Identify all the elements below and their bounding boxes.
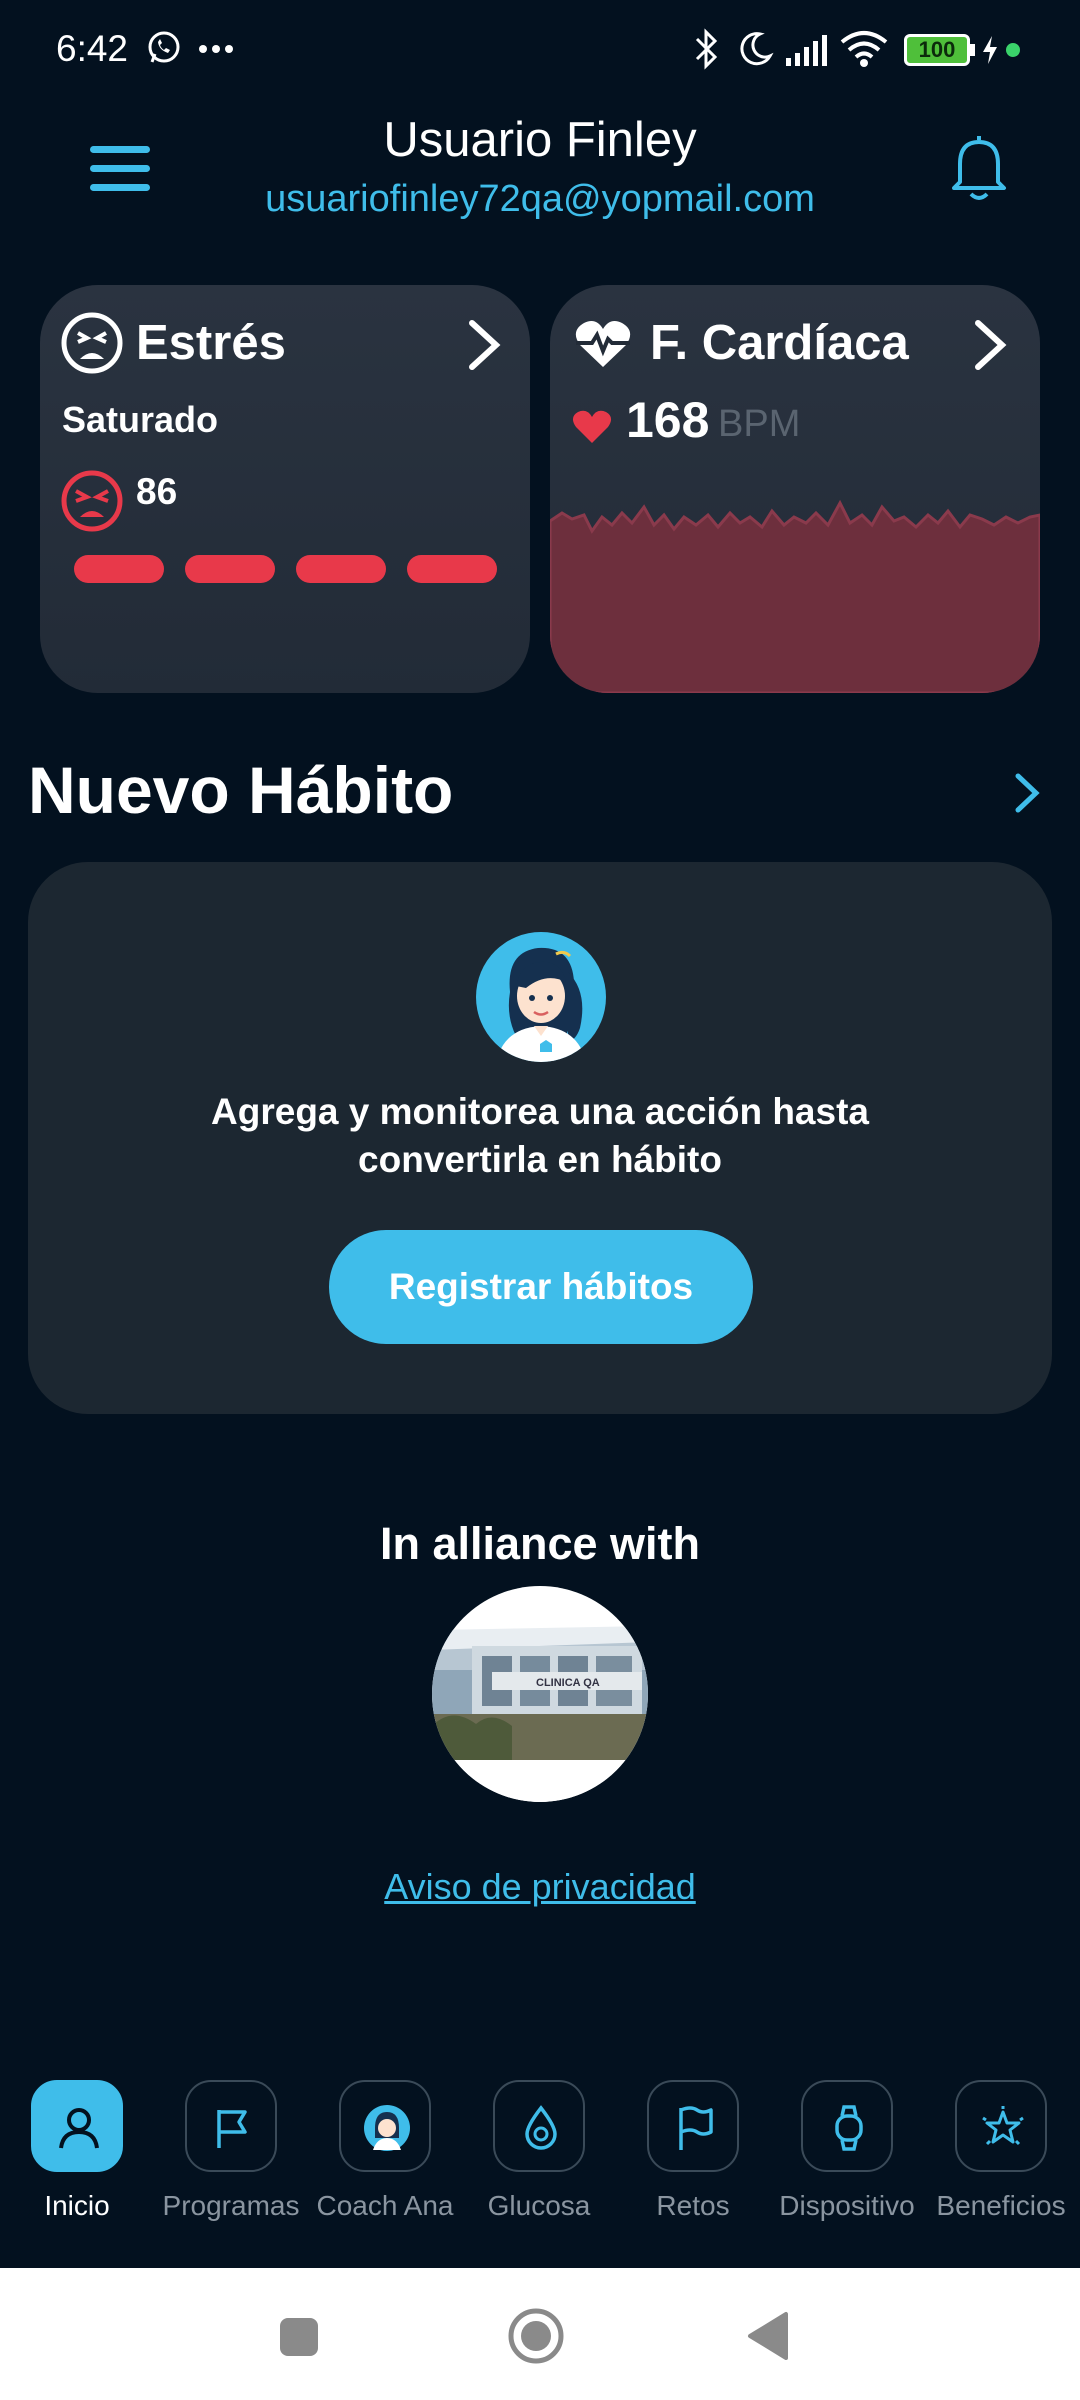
clinic-logo: CLINICA QA bbox=[432, 1586, 648, 1802]
nav-label: Inicio bbox=[44, 2190, 110, 2221]
angry-face-icon bbox=[61, 470, 123, 532]
heart-pulse-icon bbox=[575, 321, 631, 367]
privacy-notice-link[interactable]: Aviso de privacidad bbox=[0, 1866, 1080, 1908]
nav-item-beneficios[interactable]: Beneficios bbox=[924, 2070, 1078, 2260]
nav-icon-box bbox=[493, 2080, 585, 2172]
nav-icon-box bbox=[955, 2080, 1047, 2172]
status-time: 6:42 bbox=[56, 28, 129, 69]
nav-label: Beneficios bbox=[936, 2190, 1066, 2221]
more-icon bbox=[199, 45, 233, 53]
heart-rate-unit: BPM bbox=[718, 403, 801, 445]
nav-label: Dispositivo bbox=[779, 2190, 915, 2221]
status-bar: 6:42 100 bbox=[0, 0, 1080, 100]
watch-icon bbox=[835, 2105, 863, 2151]
back-button-icon[interactable] bbox=[746, 2310, 792, 2362]
system-navigation-bar bbox=[0, 2268, 1080, 2400]
whatsapp-icon bbox=[148, 31, 180, 63]
nav-item-coach-ana[interactable]: Coach Ana bbox=[308, 2070, 462, 2260]
moon-icon bbox=[740, 32, 774, 66]
new-habit-title: Nuevo Hábito bbox=[28, 753, 454, 827]
user-email: usuariofinley72qa@yopmail.com bbox=[265, 178, 815, 220]
stress-level-segment bbox=[185, 555, 275, 583]
charging-icon bbox=[983, 36, 997, 64]
stress-card[interactable]: Estrés Saturado 86 bbox=[40, 285, 530, 693]
stress-card-title: Estrés bbox=[136, 316, 286, 370]
stress-state: Saturado bbox=[62, 399, 219, 440]
coach-avatar-image bbox=[476, 932, 606, 1062]
stress-level-segment bbox=[407, 555, 497, 583]
battery-level: 100 bbox=[918, 37, 956, 62]
habit-card: Agrega y monitorea una acción hasta conv… bbox=[28, 862, 1052, 1414]
star-badge-icon bbox=[982, 2106, 1024, 2146]
new-habit-chevron-icon[interactable] bbox=[1010, 770, 1044, 816]
chevron-right-icon bbox=[469, 320, 501, 370]
chevron-right-icon bbox=[975, 320, 1007, 370]
nav-item-dispositivo[interactable]: Dispositivo bbox=[770, 2070, 924, 2260]
indicator-dot bbox=[1006, 43, 1020, 57]
alliance-title: In alliance with bbox=[379, 1518, 701, 1569]
nav-item-inicio[interactable]: Inicio bbox=[0, 2070, 154, 2260]
bell-icon bbox=[952, 136, 1006, 200]
nav-item-retos[interactable]: Retos bbox=[616, 2070, 770, 2260]
heart-rate-card[interactable]: F. Cardíaca 168 BPM bbox=[550, 285, 1040, 693]
stress-value: 86 bbox=[136, 471, 178, 512]
battery-tip bbox=[970, 44, 975, 56]
nav-label: Glucosa bbox=[487, 2190, 591, 2221]
nav-icon-box bbox=[185, 2080, 277, 2172]
notifications-button[interactable] bbox=[946, 130, 1012, 204]
home-button-icon[interactable] bbox=[506, 2306, 566, 2366]
wifi-icon bbox=[840, 31, 888, 67]
bluetooth-icon bbox=[695, 28, 718, 70]
nav-item-glucosa[interactable]: Glucosa bbox=[462, 2070, 616, 2260]
stress-level-segment bbox=[74, 555, 164, 583]
clinic-logo-text: CLINICA QA bbox=[536, 1677, 600, 1689]
nav-label: Programas bbox=[162, 2190, 300, 2221]
register-habits-button[interactable]: Registrar hábitos bbox=[329, 1230, 753, 1344]
nav-icon-box bbox=[647, 2080, 739, 2172]
heart-rate-graph bbox=[550, 499, 1040, 693]
nav-icon-box bbox=[339, 2080, 431, 2172]
coach-avatar-icon bbox=[364, 2105, 410, 2151]
stressed-face-icon bbox=[61, 312, 123, 374]
nav-label: Coach Ana bbox=[316, 2190, 454, 2221]
battery-icon: 100 bbox=[904, 34, 970, 66]
user-name: Usuario Finley bbox=[383, 113, 697, 167]
stress-level-segment bbox=[296, 555, 386, 583]
habit-description: Agrega y monitorea una acción hasta conv… bbox=[211, 1091, 869, 1180]
glucose-drop-icon bbox=[525, 2105, 557, 2150]
flag-icon bbox=[217, 2110, 247, 2148]
heart-icon bbox=[572, 410, 612, 443]
heart-rate-value: 168 bbox=[626, 392, 710, 448]
flag-outline-icon bbox=[679, 2106, 713, 2150]
nav-icon-box bbox=[31, 2080, 123, 2172]
heart-rate-card-title: F. Cardíaca bbox=[650, 316, 909, 370]
bottom-navigation: Inicio Programas Coach Ana Glucosa Retos… bbox=[0, 2060, 1080, 2268]
signal-icon bbox=[786, 35, 827, 66]
person-icon bbox=[59, 2108, 99, 2149]
recents-button-icon[interactable] bbox=[278, 2316, 320, 2358]
nav-item-programas[interactable]: Programas bbox=[154, 2070, 308, 2260]
nav-label: Retos bbox=[656, 2190, 730, 2221]
nav-icon-box bbox=[801, 2080, 893, 2172]
